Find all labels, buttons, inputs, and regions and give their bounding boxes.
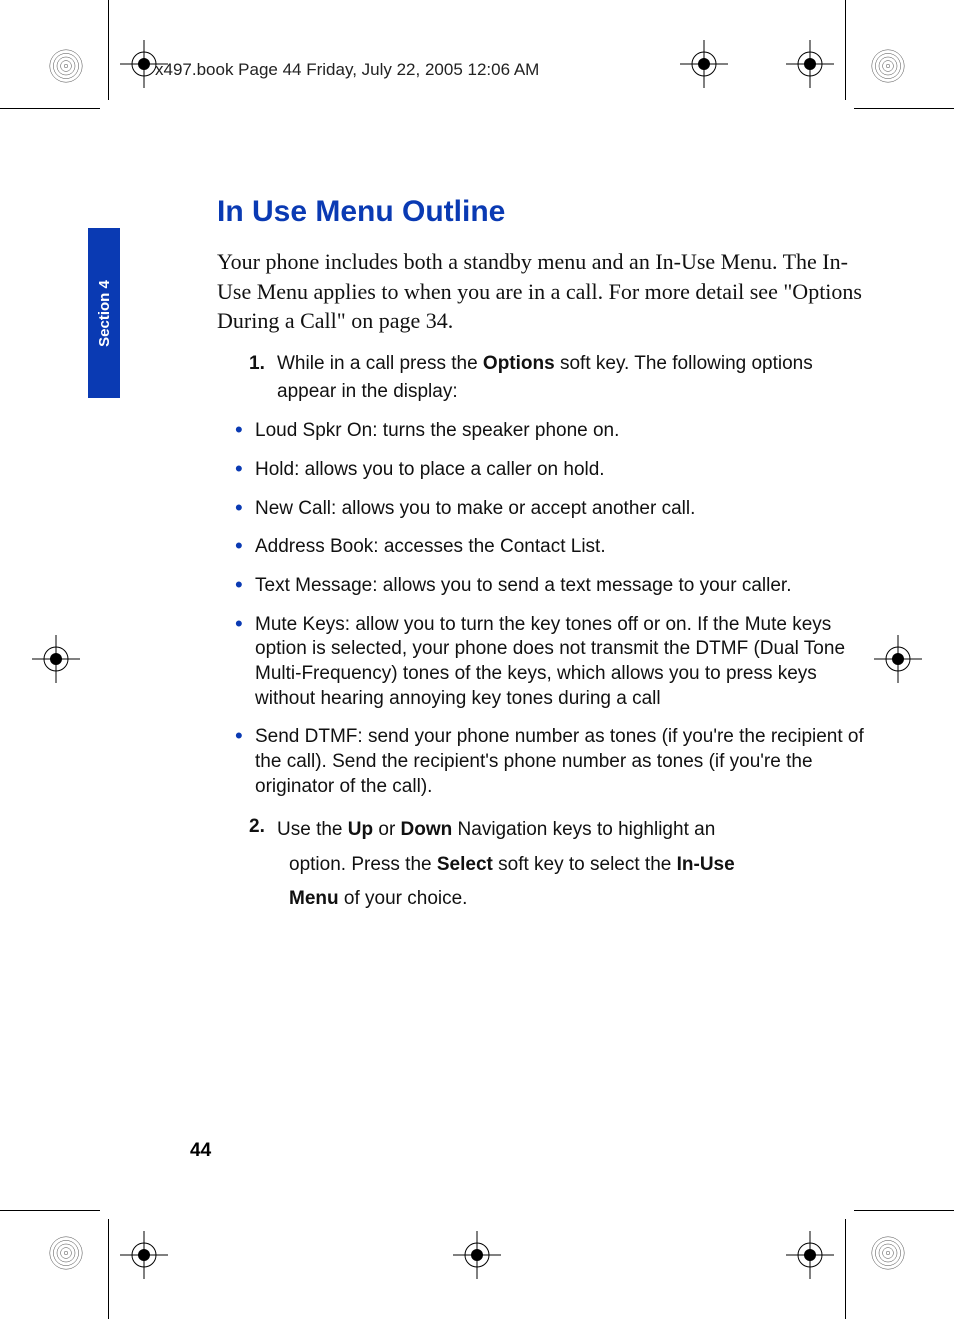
spiro-mark — [48, 1235, 84, 1271]
step-number: 2. — [249, 813, 277, 916]
text: or — [373, 819, 400, 840]
step-number: 1. — [249, 350, 277, 405]
crop-mark — [845, 1219, 846, 1319]
crop-mark — [0, 1210, 100, 1211]
list-item: Loud Spkr On: turns the speaker phone on… — [235, 419, 867, 444]
page-number: 44 — [190, 1140, 211, 1162]
step-text: While in a call press the Options soft k… — [277, 350, 867, 405]
registration-mark — [680, 40, 728, 88]
text: Use the — [277, 819, 348, 840]
text: soft key to select the — [493, 854, 677, 875]
bold-text: Up — [348, 819, 373, 840]
spiro-mark — [870, 48, 906, 84]
list-item: Text Message: allows you to send a text … — [235, 574, 867, 599]
section-tab: Section 4 — [88, 228, 120, 398]
step-1: 1. While in a call press the Options sof… — [249, 350, 867, 405]
document-header: x497.book Page 44 Friday, July 22, 2005 … — [155, 60, 539, 80]
bold-text: Down — [401, 819, 453, 840]
bold-text: Menu — [289, 888, 339, 909]
crop-mark — [845, 0, 846, 100]
text: option. Press the — [289, 854, 437, 875]
section-tab-label: Section 4 — [96, 280, 113, 347]
step-2: 2. Use the Up or Down Navigation keys to… — [249, 813, 867, 916]
list-item: New Call: allows you to make or accept a… — [235, 497, 867, 522]
crop-mark — [108, 0, 109, 100]
list-item: Address Book: accesses the Contact List. — [235, 535, 867, 560]
step-text: Use the Up or Down Navigation keys to hi… — [277, 813, 735, 916]
bold-text: Select — [437, 854, 493, 875]
registration-mark — [453, 1231, 501, 1279]
registration-mark — [786, 40, 834, 88]
bold-text: Options — [483, 353, 555, 374]
page-content: In Use Menu Outline Your phone includes … — [217, 195, 867, 930]
list-item: Mute Keys: allow you to turn the key ton… — [235, 613, 867, 712]
text: While in a call press the — [277, 353, 483, 374]
list-item: Send DTMF: send your phone number as ton… — [235, 725, 867, 799]
text: of your choice. — [339, 888, 468, 909]
registration-mark — [786, 1231, 834, 1279]
text: Navigation keys to highlight an — [452, 819, 715, 840]
registration-mark — [874, 635, 922, 683]
registration-mark — [120, 1231, 168, 1279]
crop-mark — [0, 108, 100, 109]
crop-mark — [854, 108, 954, 109]
page-heading: In Use Menu Outline — [217, 195, 867, 229]
intro-paragraph: Your phone includes both a standby menu … — [217, 247, 867, 336]
list-item: Hold: allows you to place a caller on ho… — [235, 458, 867, 483]
crop-mark — [854, 1210, 954, 1211]
bold-text: In-Use — [677, 854, 735, 875]
crop-mark — [108, 1219, 109, 1319]
bullet-list: Loud Spkr On: turns the speaker phone on… — [235, 419, 867, 799]
spiro-mark — [870, 1235, 906, 1271]
registration-mark — [32, 635, 80, 683]
spiro-mark — [48, 48, 84, 84]
